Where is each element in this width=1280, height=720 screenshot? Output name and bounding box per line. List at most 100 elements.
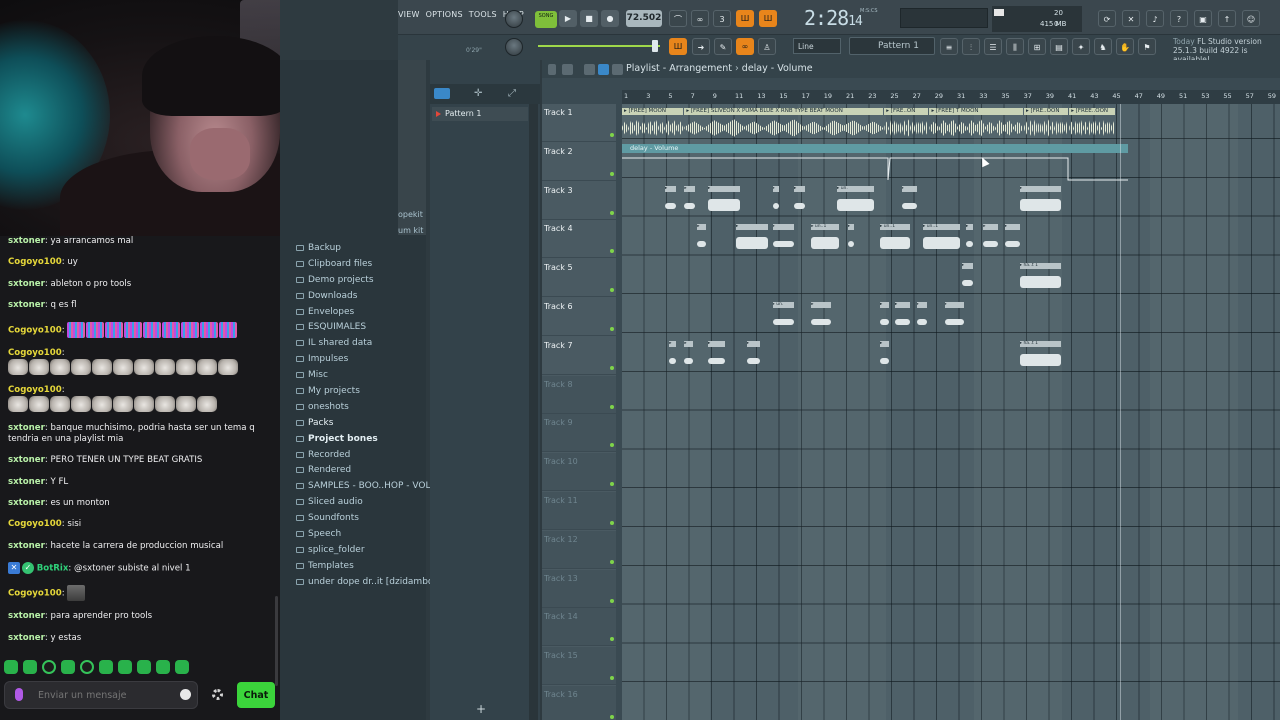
track-mute-led-icon[interactable] <box>610 133 614 137</box>
draw-tool-icon[interactable] <box>584 64 595 75</box>
sample-clip[interactable]: ▸ <box>847 224 855 254</box>
audio-clip[interactable]: ▸ [FRE..ON <box>884 108 929 138</box>
track-mute-led-icon[interactable] <box>610 210 614 215</box>
browser-folder-item[interactable]: Clipboard files <box>296 256 424 272</box>
emote-icon[interactable] <box>156 660 170 674</box>
emote-icon[interactable] <box>23 660 37 674</box>
mixer-icon[interactable]: ⫼ <box>1006 38 1024 55</box>
browser-folder-item[interactable]: Templates <box>296 558 424 574</box>
tempo-display[interactable]: 72.502 <box>626 10 662 27</box>
track-mute-led-icon[interactable] <box>610 598 614 603</box>
emote-icon[interactable] <box>137 660 151 674</box>
main-volume-slider[interactable] <box>538 40 660 52</box>
sample-clip[interactable]: ▸ un. <box>837 185 874 216</box>
browser-folder-item[interactable]: IL shared data <box>296 335 424 351</box>
track-header[interactable]: Track 9 <box>542 414 616 453</box>
pattern-add-icon[interactable]: ✛ <box>474 88 482 99</box>
pattern-song-toggle[interactable]: SONG <box>535 11 557 28</box>
sample-clip[interactable]: ▸ <box>708 185 741 216</box>
delete-tool-icon[interactable] <box>612 64 623 75</box>
audio-clip[interactable]: ▸ [FREE] SLIVEON X PUMA BLUE X RNB TYPE … <box>684 108 884 138</box>
close-icon[interactable]: ✕ <box>1122 10 1140 27</box>
browser-folder-item[interactable]: ESQUIMALES <box>296 319 424 335</box>
play-button[interactable]: ▶ <box>559 10 577 27</box>
feedback-icon[interactable]: ☺ <box>1242 10 1260 27</box>
metronome-icon[interactable]: ⌒ <box>669 10 687 27</box>
sample-clip[interactable]: ▸ <box>880 340 889 371</box>
sample-clip[interactable]: ▸ <box>684 340 694 371</box>
wait-input-icon[interactable]: ∞ <box>691 10 709 27</box>
playlist-menu-icon[interactable] <box>548 64 556 75</box>
browser-folder-item[interactable]: Envelopes <box>296 304 424 320</box>
sample-clip[interactable]: ▸ <box>1004 224 1020 254</box>
chat-message-input[interactable] <box>4 681 198 709</box>
master-volume-knob[interactable] <box>505 10 523 28</box>
browser-folder-item[interactable]: Packs <box>296 415 424 431</box>
sample-clip[interactable]: ▸ <box>961 263 973 293</box>
chat-username[interactable]: BotRix <box>37 564 69 574</box>
audio-clip[interactable]: ▸ [FREE] MOON <box>622 108 684 138</box>
sample-clip[interactable]: ▸ <box>708 340 726 371</box>
sample-clip[interactable]: ▸ ha..t 1 <box>1019 263 1061 293</box>
track-mute-led-icon[interactable] <box>610 637 614 642</box>
chat-username[interactable]: sxtoner <box>8 236 45 246</box>
sample-clip[interactable]: ▸ un..1 <box>923 224 960 254</box>
emoji-picker-icon[interactable] <box>180 689 191 700</box>
pattern-selector[interactable]: Pattern 1 <box>849 37 935 55</box>
browser-icon[interactable]: ▤ <box>1050 38 1068 55</box>
browser-folder-item[interactable]: splice_folder <box>296 542 424 558</box>
chat-username[interactable]: sxtoner <box>8 455 45 465</box>
browser-folder-item[interactable]: Sliced audio <box>296 494 424 510</box>
chat-username[interactable]: sxtoner <box>8 611 45 621</box>
magnet-icon[interactable] <box>562 64 573 75</box>
emote-icon[interactable] <box>175 660 189 674</box>
chat-username[interactable]: sxtoner <box>8 423 45 433</box>
track-mute-led-icon[interactable] <box>610 443 614 448</box>
emote-icon[interactable] <box>4 660 18 674</box>
track-mute-led-icon[interactable] <box>610 365 614 370</box>
volume-thumb[interactable] <box>652 40 658 52</box>
browser-folder-item[interactable]: Soundfonts <box>296 510 424 526</box>
blend-notes-icon[interactable]: Ш <box>759 10 777 27</box>
chat-username[interactable]: Cogoyo100 <box>8 519 62 529</box>
link-icon[interactable]: ∞ <box>736 38 754 55</box>
track-header[interactable]: Track 3 <box>542 182 616 220</box>
playlist-window-icon[interactable]: ≡ <box>940 38 958 55</box>
track-mute-led-icon[interactable] <box>610 288 614 293</box>
chat-send-button[interactable]: Chat <box>237 682 275 708</box>
track-mute-led-icon[interactable] <box>610 482 614 487</box>
menu-options[interactable]: OPTIONS <box>426 10 463 19</box>
help-icon[interactable]: ? <box>1170 10 1188 27</box>
chat-username[interactable]: sxtoner <box>8 477 45 487</box>
project-info-icon[interactable]: ✦ <box>1072 38 1090 55</box>
browser-folder-item[interactable]: under dope dr..it [dzidambo] <box>296 574 437 590</box>
pattern-view-icon[interactable] <box>434 88 450 99</box>
chat-username[interactable]: Cogoyo100 <box>8 348 62 358</box>
track-header[interactable]: Track 10 <box>542 453 616 492</box>
emote-icon[interactable] <box>42 660 56 674</box>
sample-clip[interactable]: ▸ <box>735 224 769 254</box>
sample-clip[interactable]: ▸ <box>966 224 973 254</box>
browser-folder-item[interactable]: Rendered <box>296 462 424 478</box>
sample-clip[interactable]: ▸ <box>794 185 805 216</box>
emote-icon[interactable] <box>80 660 94 674</box>
automation-envelope[interactable] <box>622 154 1128 182</box>
piano-roll-icon[interactable]: ⫶ <box>962 38 980 55</box>
sample-clip[interactable]: ▸ <box>916 302 928 332</box>
track-header[interactable]: Track 14 <box>542 608 616 647</box>
chat-username[interactable]: Cogoyo100 <box>8 385 62 395</box>
menu-view[interactable]: VIEW <box>398 10 420 19</box>
countdown-icon[interactable]: 3 <box>713 10 731 27</box>
sample-clip[interactable]: ▸ <box>983 224 999 254</box>
track-mute-led-icon[interactable] <box>610 715 614 719</box>
touch-controller-icon[interactable]: ♞ <box>1094 38 1112 55</box>
song-time-display[interactable]: 2:2814 <box>804 6 863 30</box>
hand-icon[interactable]: ✋ <box>1116 38 1134 55</box>
track-mute-led-icon[interactable] <box>610 559 614 564</box>
track-header[interactable]: Track 7 <box>542 337 616 375</box>
master-pitch-knob[interactable] <box>505 38 523 56</box>
sample-clip[interactable]: ▸ <box>1019 185 1061 216</box>
sample-clip[interactable]: ▸ un..1 <box>880 224 911 254</box>
automation-clip[interactable]: delay - Volume <box>622 143 1128 182</box>
browser-folder-item[interactable]: Project bones <box>296 431 424 447</box>
